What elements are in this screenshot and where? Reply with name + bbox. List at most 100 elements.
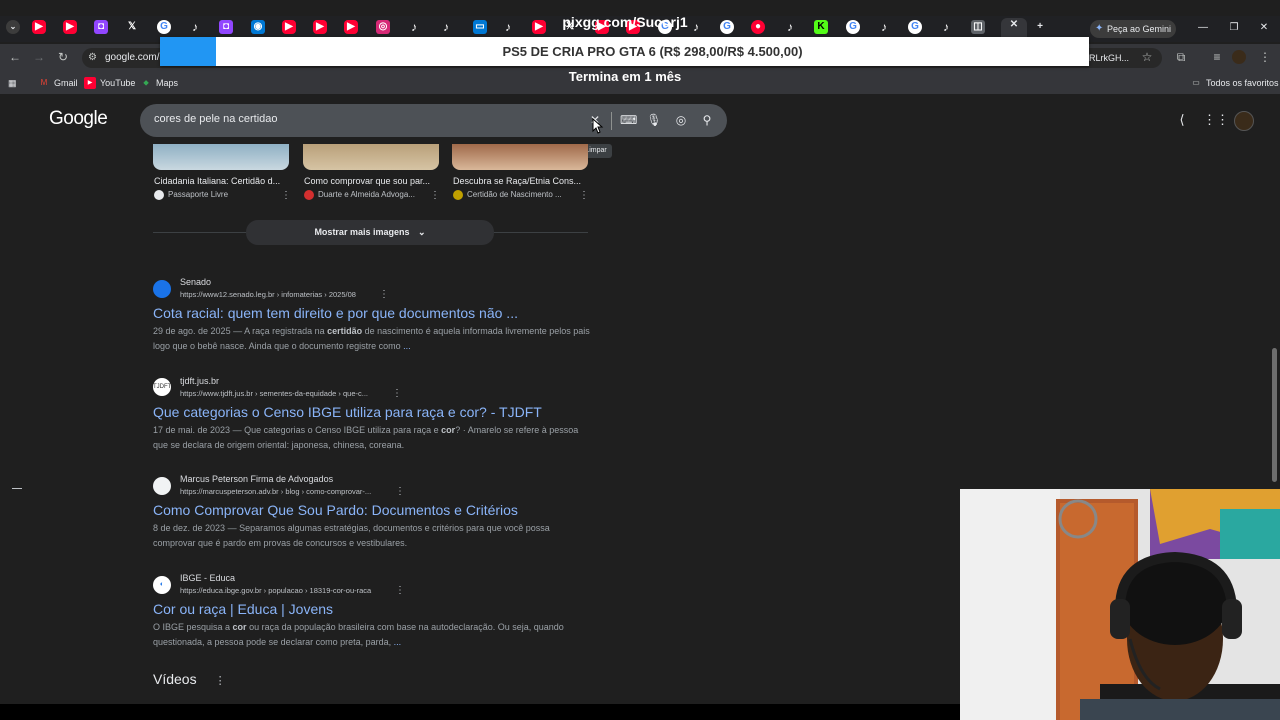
messenger-tab-icon[interactable]: ◉ — [251, 20, 265, 34]
result-title[interactable]: Como Comprovar Que Sou Pardo: Documentos… — [153, 502, 518, 518]
site-info-icon[interactable]: ⚙ — [88, 48, 97, 68]
marcus-peterson-favicon — [153, 477, 171, 495]
new-tab-icon[interactable]: + — [1033, 20, 1047, 34]
result-title[interactable]: Cota racial: quem tem direito e por que … — [153, 305, 518, 321]
image-thumbnail[interactable] — [303, 144, 439, 170]
result-title[interactable]: Cor ou raça | Educa | Jovens — [153, 601, 333, 617]
result-title[interactable]: Que categorias o Censo IBGE utiliza para… — [153, 404, 542, 420]
screen: ⌄ ▶ ▶ ◘ 𝕏 G ♪ ◘ ◉ ▶ ▶ ▶ ◎ ♪ ♪ ▭ ♪ ▶ 𝕏 ▶ … — [0, 0, 1280, 720]
image-thumbnail[interactable] — [452, 144, 588, 170]
webcam-image — [960, 489, 1280, 720]
image-source[interactable]: Passaporte Livre — [154, 190, 228, 200]
goal-progress-fill — [160, 37, 216, 66]
microphone-icon[interactable]: 🎙 — [646, 112, 662, 128]
restore-icon[interactable]: ❐ — [1226, 20, 1242, 36]
goal-text: PS5 DE CRIA PRO GTA 6 (R$ 298,00/R$ 4.50… — [502, 44, 803, 59]
reload-icon[interactable]: ↻ — [54, 48, 72, 66]
result-options-icon[interactable]: ⋮ — [395, 585, 405, 596]
back-icon[interactable]: ← — [6, 48, 24, 66]
result-site-name[interactable]: Senado — [180, 277, 211, 287]
address-bar-text: google.com/s — [105, 52, 165, 63]
youtube-tab-icon[interactable]: ▶ — [313, 20, 327, 34]
tiktok-tab-icon[interactable]: ♪ — [939, 20, 953, 34]
more-options-icon[interactable]: ⋮ — [215, 675, 226, 687]
youtube-tab-icon[interactable]: ▶ — [282, 20, 296, 34]
tiktok-tab-icon[interactable]: ♪ — [877, 20, 891, 34]
bookmark-maps[interactable]: ⬥ Maps — [140, 76, 178, 90]
active-tab[interactable]: ✕ — [1001, 18, 1027, 38]
scrollbar-thumb[interactable] — [1272, 348, 1277, 482]
more-options-icon[interactable]: ⋮ — [579, 190, 589, 201]
result-site-name[interactable]: tjdft.jus.br — [180, 376, 219, 386]
apps-grid-icon[interactable]: ▦ — [8, 76, 17, 90]
media-icon[interactable]: ≡ — [1208, 48, 1226, 66]
webcam-overlay — [960, 489, 1280, 720]
account-avatar[interactable] — [1234, 111, 1254, 131]
result-url[interactable]: https://marcuspeterson.adv.br › blog › c… — [180, 487, 371, 496]
bottom-edge — [0, 704, 960, 720]
image-caption[interactable]: Descubra se Raça/Etnia Cons... — [453, 176, 593, 186]
youtube-tab-icon[interactable]: ▶ — [63, 20, 77, 34]
google-apps-icon[interactable]: ⋮⋮ — [1203, 112, 1229, 128]
all-bookmarks[interactable]: ▭ Todos os favoritos — [1190, 76, 1278, 90]
instagram-tab-icon[interactable]: ◎ — [376, 20, 390, 34]
gmail-icon: M — [40, 78, 48, 87]
show-more-images-button[interactable]: Mostrar mais imagens ⌄ — [246, 220, 494, 245]
google-tab-icon[interactable]: G — [846, 20, 860, 34]
result-url[interactable]: https://www12.senado.leg.br › infomateri… — [180, 290, 356, 299]
result-options-icon[interactable]: ⋮ — [392, 388, 402, 399]
result-snippet: 8 de dez. de 2023 — Separamos algumas es… — [153, 523, 550, 548]
close-window-icon[interactable]: ✕ — [1256, 20, 1272, 36]
youtube-tab-icon[interactable]: ▶ — [344, 20, 358, 34]
youtube-icon: ▶ — [84, 77, 96, 89]
tab-search-icon[interactable]: ⌄ — [6, 20, 20, 34]
search-icon[interactable]: ⚲ — [699, 112, 715, 128]
more-options-icon[interactable]: ⋮ — [281, 190, 291, 201]
google-tab-icon[interactable]: G — [908, 20, 922, 34]
tiktok-tab-icon[interactable]: ♪ — [188, 20, 202, 34]
minimize-icon[interactable]: — — [1195, 20, 1211, 36]
google-logo[interactable]: Google — [49, 108, 108, 130]
share-icon[interactable]: ⟨ — [1174, 112, 1190, 128]
tiktok-tab-icon[interactable]: ♪ — [407, 20, 421, 34]
result-site-name[interactable]: IBGE - Educa — [180, 573, 235, 583]
twitch-tab-icon[interactable]: ◘ — [94, 20, 108, 34]
result-url[interactable]: https://educa.ibge.gov.br › populacao › … — [180, 586, 371, 595]
x-tab-icon[interactable]: 𝕏 — [125, 20, 139, 34]
result-site-name[interactable]: Marcus Peterson Firma de Advogados — [180, 474, 333, 484]
folder-icon: ▭ — [1192, 78, 1200, 87]
result-options-icon[interactable]: ⋮ — [395, 486, 405, 497]
result-options-icon[interactable]: ⋮ — [379, 289, 389, 300]
ibge-favicon: ◐ — [153, 576, 171, 594]
image-source[interactable]: Certidão de Nascimento ... — [453, 190, 562, 200]
google-tab-icon[interactable]: G — [157, 20, 171, 34]
extensions-icon[interactable]: ⧉ — [1172, 48, 1190, 66]
bookmark-star-icon[interactable]: ☆ — [1138, 48, 1156, 66]
image-caption[interactable]: Cidadania Italiana: Certidão d... — [154, 176, 294, 186]
youtube-tab-icon[interactable]: ▶ — [32, 20, 46, 34]
gemini-icon: ✦ — [1095, 23, 1104, 34]
site-favicon — [304, 190, 314, 200]
twitch-tab-icon[interactable]: ◘ — [219, 20, 233, 34]
generic-tab-icon[interactable]: ◫ — [971, 20, 985, 34]
more-options-icon[interactable]: ⋮ — [430, 190, 440, 201]
profile-avatar[interactable] — [1232, 50, 1246, 64]
divider — [12, 488, 22, 489]
address-bar-tail: RLrkGH... — [1089, 53, 1130, 63]
stream-goal-banner: PS5 DE CRIA PRO GTA 6 (R$ 298,00/R$ 4.50… — [160, 37, 1089, 66]
result-snippet: 17 de mai. de 2023 — Que categorias o Ce… — [153, 425, 579, 450]
image-source[interactable]: Duarte e Almeida Advoga... — [304, 190, 415, 200]
gemini-button[interactable]: ✦ Peça ao Gemini — [1090, 20, 1176, 38]
bookmark-youtube[interactable]: ▶ YouTube — [84, 76, 135, 90]
forward-icon[interactable]: → — [30, 48, 48, 66]
tjdft-favicon: TJDFT — [153, 378, 171, 396]
result-url[interactable]: https://www.tjdft.jus.br › sementes-da-e… — [180, 389, 368, 398]
bookmark-gmail[interactable]: M Gmail — [38, 76, 78, 90]
gemini-label: Peça ao Gemini — [1107, 24, 1172, 34]
lens-icon[interactable]: ◎ — [673, 112, 689, 128]
search-input[interactable]: cores de pele na certidao — [154, 113, 278, 125]
menu-icon[interactable]: ⋮ — [1256, 48, 1274, 66]
keyboard-icon[interactable]: ⌨ — [620, 112, 637, 128]
image-caption[interactable]: Como comprovar que sou par... — [304, 176, 444, 186]
image-thumbnail[interactable] — [153, 144, 289, 170]
